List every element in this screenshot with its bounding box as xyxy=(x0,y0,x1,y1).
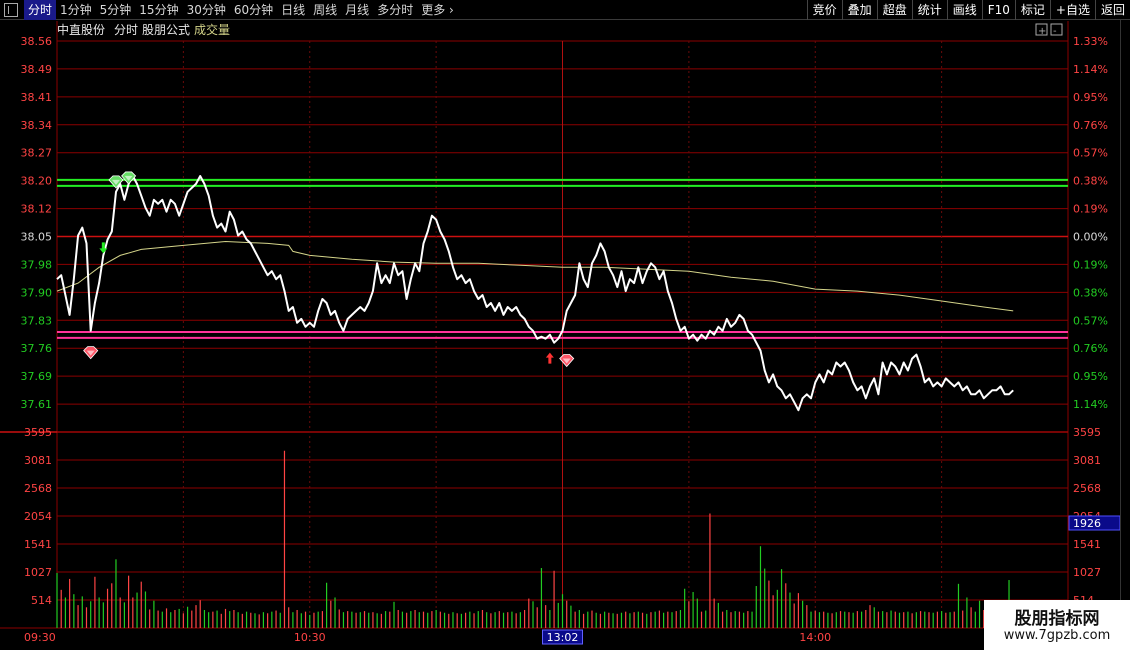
intraday-chart[interactable]: 38.56 38.49 38.41 38.34 38.27 38.20 38.12 38.05… xyxy=(0,21,1120,650)
tab-60min[interactable]: 60分钟 xyxy=(230,0,277,20)
volume-tick-label: 1541 xyxy=(24,538,52,551)
average-price-line xyxy=(56,240,1014,312)
zoom-controls: + - xyxy=(1035,23,1063,37)
percent-tick-label: 0.38% xyxy=(1073,175,1108,188)
volume-tick-label-right: 1541 xyxy=(1073,538,1101,551)
volume-tick-label: 2054 xyxy=(24,510,52,523)
tab-multi-intraday[interactable]: 多分时 xyxy=(373,0,417,20)
price-tick-label: 37.61 xyxy=(21,398,53,411)
volume-tick-label-right: 2568 xyxy=(1073,482,1101,495)
volume-tick-label-right: 1027 xyxy=(1073,566,1101,579)
price-tick-label: 38.49 xyxy=(21,63,53,76)
price-series xyxy=(56,175,1014,412)
red-diamond-marker xyxy=(83,346,99,360)
percent-tick-label: 0.19% xyxy=(1073,258,1108,271)
side-panel-edge xyxy=(1120,20,1130,600)
tab-30min[interactable]: 30分钟 xyxy=(183,0,230,20)
stock-name: 中直股份 xyxy=(57,22,105,37)
price-tick-label: 38.12 xyxy=(21,203,53,216)
percent-tick-label: 0.95% xyxy=(1073,370,1108,383)
volume-tick-label: 1027 xyxy=(24,566,52,579)
tab-15min[interactable]: 15分钟 xyxy=(135,0,182,20)
price-tick-label: 38.41 xyxy=(21,91,53,104)
price-tick-label: 37.90 xyxy=(21,286,53,299)
percent-tick-label: 0.76% xyxy=(1073,342,1108,355)
mark-button[interactable]: 标记 xyxy=(1014,0,1050,20)
volume-tick-label-right: 3595 xyxy=(1073,426,1101,439)
percent-tick-label: 1.14% xyxy=(1073,398,1108,411)
tab-more[interactable]: 更多 › xyxy=(417,0,458,20)
price-tick-label: 38.56 xyxy=(21,35,53,48)
volume-tick-label: 3595 xyxy=(24,426,52,439)
chart-mode: 分时 xyxy=(114,23,138,37)
tab-more-label: 更多 xyxy=(421,2,446,17)
time-tick-label: 10:30 xyxy=(294,631,326,644)
price-tick-label: 38.05 xyxy=(21,231,53,244)
overlay-button[interactable]: 叠加 xyxy=(841,0,877,20)
zoom-in-glyph: + xyxy=(1038,26,1046,37)
price-tick-label: 38.34 xyxy=(21,119,53,132)
price-tick-label: 38.20 xyxy=(21,175,53,188)
draw-button[interactable]: 画线 xyxy=(946,0,982,20)
tab-weekly[interactable]: 周线 xyxy=(309,0,341,20)
tab-5min[interactable]: 5分钟 xyxy=(96,0,136,20)
watermark-title: 股朋指标网 xyxy=(1014,609,1100,629)
volume-axis-left: 3595 3081 2568 2054 1541 1027 514 xyxy=(24,426,52,607)
formula-name: 股朋公式 xyxy=(142,23,190,37)
price-tick-label: 38.27 xyxy=(21,147,53,160)
chevron-right-icon: › xyxy=(449,2,454,17)
price-line xyxy=(56,175,1014,412)
volume-tick-label-right: 3081 xyxy=(1073,454,1101,467)
percent-tick-label: 0.76% xyxy=(1073,119,1108,132)
period-tabs: 分时 1分钟 5分钟 15分钟 30分钟 60分钟 日线 周线 月线 多分时 更… xyxy=(0,0,458,20)
stats-button[interactable]: 统计 xyxy=(911,0,947,20)
percent-tick-label: 0.57% xyxy=(1073,147,1108,160)
chart-header: 中直股份 分时 股朋公式 成交量 xyxy=(57,22,230,37)
green-diamond-marker xyxy=(121,171,137,185)
time-tick-label: 09:30 xyxy=(24,631,56,644)
back-button[interactable]: 返回 xyxy=(1094,0,1130,20)
add-watchlist-button[interactable]: +自选 xyxy=(1049,0,1095,20)
zoom-out-glyph: - xyxy=(1053,26,1057,37)
percent-tick-label: 0.19% xyxy=(1073,203,1108,216)
average-price-series xyxy=(56,240,1014,312)
volume-tick-label: 514 xyxy=(31,594,52,607)
price-tick-label: 37.83 xyxy=(21,314,53,327)
red-diamond-marker xyxy=(559,354,575,368)
tab-daily[interactable]: 日线 xyxy=(277,0,309,20)
percent-tick-label: 1.14% xyxy=(1073,63,1108,76)
time-tick-label: 14:00 xyxy=(799,631,831,644)
watermark: 股朋指标网 www.7gpzb.com xyxy=(984,600,1130,650)
tab-monthly[interactable]: 月线 xyxy=(341,0,373,20)
layout-icon[interactable] xyxy=(4,2,18,17)
auction-button[interactable]: 竞价 xyxy=(806,0,842,20)
watermark-url: www.7gpzb.com xyxy=(1003,628,1111,643)
price-tick-label: 37.98 xyxy=(21,258,53,271)
percent-tick-label: 0.38% xyxy=(1073,286,1108,299)
chart-grid xyxy=(0,21,1069,629)
price-tick-label: 37.76 xyxy=(21,342,53,355)
volume-tick-label: 3081 xyxy=(24,454,52,467)
volume-bars xyxy=(56,450,1014,628)
action-buttons: 竞价 叠加 超盘 统计 画线 F10 标记 +自选 返回 xyxy=(806,0,1130,20)
crosshair-time-label: 13:02 xyxy=(547,631,579,644)
price-axis-left: 38.56 38.49 38.41 38.34 38.27 38.20 38.12 38.05… xyxy=(21,35,53,411)
percent-tick-label: 0.00% xyxy=(1073,231,1108,244)
indicator-name: 成交量 xyxy=(194,22,230,37)
arrow-up-icon xyxy=(545,352,554,364)
f10-button[interactable]: F10 xyxy=(981,0,1015,20)
tab-1min[interactable]: 1分钟 xyxy=(56,0,96,20)
super-button[interactable]: 超盘 xyxy=(876,0,912,20)
percent-tick-label: 0.57% xyxy=(1073,314,1108,327)
percent-tick-label: 0.95% xyxy=(1073,91,1108,104)
period-toolbar: 分时 1分钟 5分钟 15分钟 30分钟 60分钟 日线 周线 月线 多分时 更… xyxy=(0,0,1130,20)
volume-tick-label: 2568 xyxy=(24,482,52,495)
time-axis: 09:30 10:30 13:02 14:00 xyxy=(24,629,831,645)
volume-axis-right: 3595308125682054154110275141926 xyxy=(1068,426,1120,607)
tab-intraday[interactable]: 分时 xyxy=(24,0,57,20)
current-volume-value: 1926 xyxy=(1073,517,1101,530)
percent-tick-label: 1.33% xyxy=(1073,35,1108,48)
price-tick-label: 37.69 xyxy=(21,370,53,383)
percent-axis-right: 1.33% 1.14% 0.95% 0.76% 0.57% 0.38% 0.19% 0.00%… xyxy=(1073,35,1108,411)
